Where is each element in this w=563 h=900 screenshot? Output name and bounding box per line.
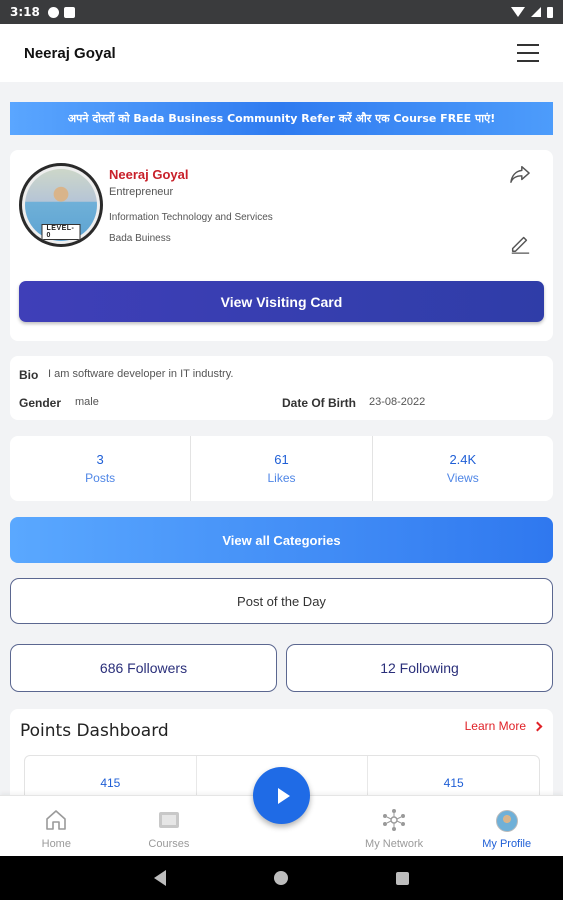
menu-icon[interactable] <box>517 44 539 62</box>
play-icon <box>277 787 290 804</box>
learn-more-link[interactable]: Learn More <box>464 719 543 733</box>
profile-name: Neeraj Goyal <box>109 167 189 182</box>
play-button[interactable] <box>253 767 310 824</box>
nav-label: Home <box>41 838 71 850</box>
level-badge: LEVEL-0 <box>41 224 81 240</box>
profile-avatar[interactable]: LEVEL-0 <box>19 163 103 247</box>
wifi-icon <box>511 7 525 17</box>
view-visiting-card-button[interactable]: View Visiting Card <box>19 281 544 322</box>
nav-label: My Profile <box>482 838 532 850</box>
dob-value: 23-08-2022 <box>369 396 426 408</box>
back-icon[interactable] <box>154 870 166 886</box>
notification-icon <box>47 6 59 18</box>
following-button[interactable]: 12 Following <box>286 644 553 692</box>
share-icon[interactable] <box>509 164 531 184</box>
profile-avatar-icon <box>495 810 518 832</box>
bio-value: I am software developer in IT industry. <box>48 368 234 380</box>
network-icon <box>383 809 406 831</box>
courses-icon <box>158 812 179 828</box>
recents-icon[interactable] <box>396 871 409 885</box>
status-time: 3:18 <box>10 5 40 19</box>
nav-my-network[interactable]: My Network <box>338 796 451 856</box>
profile-company: Bada Buiness <box>109 233 171 244</box>
chevron-right-icon <box>532 721 543 731</box>
refer-banner[interactable]: अपने दोस्तों को Bada Business Community … <box>10 102 553 135</box>
profile-industry: Information Technology and Services <box>109 212 273 223</box>
nav-my-profile[interactable]: My Profile <box>450 796 563 856</box>
bio-card: Bio I am software developer in IT indust… <box>10 356 553 420</box>
app-bar-title: Neeraj Goyal <box>24 44 116 62</box>
nav-home[interactable]: Home <box>0 796 113 856</box>
system-nav-bar <box>0 856 563 900</box>
sd-card-icon <box>63 6 75 18</box>
stat-posts[interactable]: 3 Posts <box>10 436 192 501</box>
learn-more-label: Learn More <box>464 719 526 733</box>
points-dashboard-title: Points Dashboard <box>20 721 169 741</box>
view-all-categories-button[interactable]: View all Categories <box>10 517 553 563</box>
dob-label: Date Of Birth <box>282 396 357 410</box>
status-bar: 3:18 <box>0 0 563 24</box>
stat-value: 3 <box>96 452 104 467</box>
stat-value: 61 <box>274 452 289 467</box>
nav-courses[interactable]: Courses <box>113 796 226 856</box>
app-bar: Neeraj Goyal <box>0 24 563 82</box>
stat-likes[interactable]: 61 Likes <box>191 436 373 501</box>
nav-label: My Network <box>365 838 424 850</box>
home-circle-icon[interactable] <box>274 871 288 885</box>
profile-role: Entrepreneur <box>109 186 174 198</box>
signal-icon <box>531 7 541 17</box>
stat-label: Likes <box>267 471 296 485</box>
refer-banner-text: अपने दोस्तों को Bada Business Community … <box>67 112 496 125</box>
stat-views[interactable]: 2.4K Views <box>373 436 553 501</box>
stat-label: Posts <box>85 471 116 485</box>
post-of-the-day-button[interactable]: Post of the Day <box>10 578 553 624</box>
battery-icon <box>547 6 553 18</box>
bio-label: Bio <box>19 368 39 382</box>
profile-card: LEVEL-0 Neeraj Goyal Entrepreneur Inform… <box>10 150 553 341</box>
stat-label: Views <box>446 471 479 485</box>
home-icon <box>46 810 67 830</box>
gender-value: male <box>75 396 99 408</box>
followers-button[interactable]: 686 Followers <box>10 644 277 692</box>
nav-label: Courses <box>148 838 190 850</box>
stats-card: 3 Posts 61 Likes 2.4K Views <box>10 436 553 501</box>
edit-icon[interactable] <box>509 232 531 254</box>
gender-label: Gender <box>19 396 62 410</box>
stat-value: 2.4K <box>449 452 477 467</box>
